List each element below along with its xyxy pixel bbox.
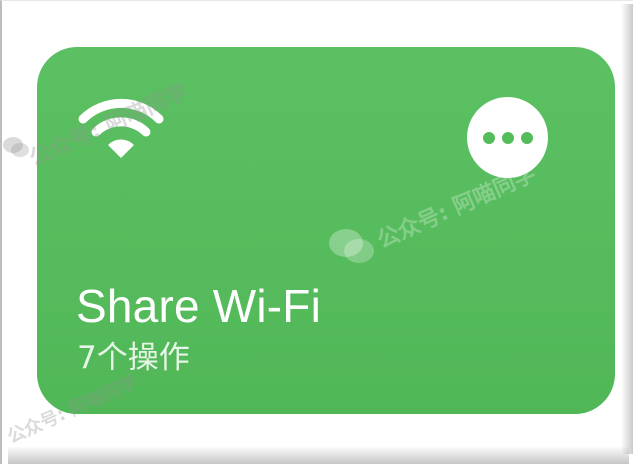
frame-shadow-bottom (8, 446, 629, 464)
frame-shadow-right (621, 4, 633, 454)
more-dot-icon (501, 131, 514, 144)
more-dot-icon (520, 131, 533, 144)
wifi-icon (78, 98, 164, 158)
shortcut-title: Share Wi-Fi (76, 280, 322, 332)
more-options-button[interactable] (467, 97, 548, 178)
shortcut-card[interactable]: Share Wi-Fi 7个操作 (37, 47, 615, 414)
more-dot-icon (482, 131, 495, 144)
shortcut-action-count: 7个操作 (77, 340, 190, 376)
